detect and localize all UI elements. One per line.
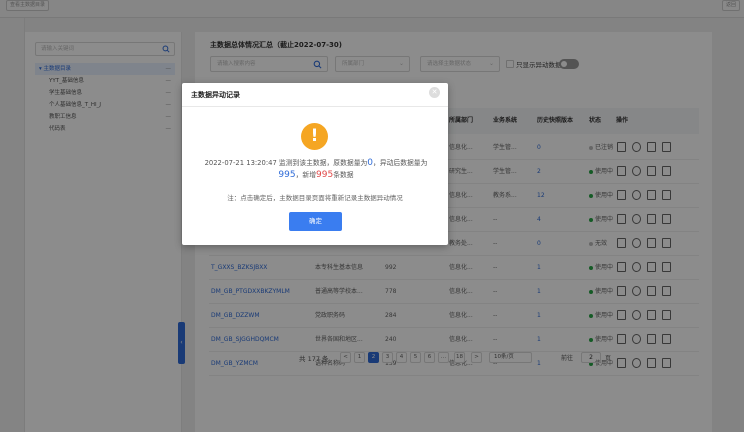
close-icon[interactable]: ✕ — [429, 87, 440, 98]
confirm-button[interactable]: 确定 — [289, 212, 342, 231]
dialog-header: 主数据异动记录 ✕ — [182, 83, 448, 107]
msg-text-3: ，新增 — [295, 171, 316, 179]
new-count: 995 — [278, 170, 296, 180]
msg-text-2: ，异动后数据量为 — [373, 159, 428, 167]
msg-text-4: 条数据 — [333, 171, 354, 179]
dialog-title: 主数据异动记录 — [191, 91, 240, 99]
dialog-note: 注：点击确定后，主数据目录页面将重新记录主数据异动情况 — [227, 194, 403, 202]
msg-text-1: 2022-07-21 13:20:47 监测到该主数据，原数据量为 — [204, 159, 368, 167]
added-count: 995 — [316, 170, 334, 180]
warning-icon: ! — [301, 123, 328, 150]
anomaly-dialog: 主数据异动记录 ✕ ! 2022-07-21 13:20:47 监测到该主数据，… — [182, 83, 448, 245]
dialog-message: 2022-07-21 13:20:47 监测到该主数据，原数据量为0，异动后数据… — [194, 157, 438, 181]
